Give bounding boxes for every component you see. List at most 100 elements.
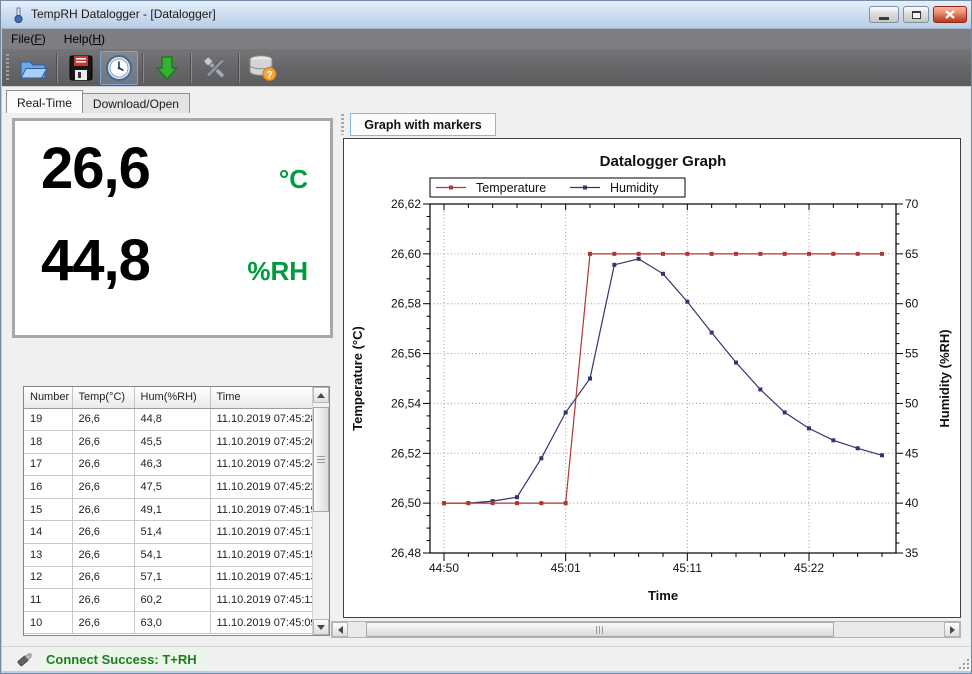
table-cell: 26,6: [72, 431, 134, 454]
toolbar-separator: [238, 53, 240, 83]
table-cell: 26,6: [72, 521, 134, 544]
table-cell: 63,0: [134, 611, 210, 634]
svg-text:65: 65: [905, 247, 919, 261]
open-folder-icon: [18, 53, 48, 83]
graph-toolbar-grip[interactable]: [341, 114, 344, 135]
scroll-right-button[interactable]: [944, 622, 960, 637]
scroll-left-button[interactable]: [332, 622, 348, 637]
table-cell: 14: [24, 521, 72, 544]
table-cell: 11.10.2019 07:45:19: [210, 498, 312, 521]
table-cell: 13: [24, 544, 72, 567]
tab-real-time[interactable]: Real-Time: [6, 90, 83, 113]
minimize-icon: [879, 17, 889, 20]
svg-text:Time: Time: [648, 588, 678, 603]
table-header-cell[interactable]: Number: [24, 387, 72, 408]
table-scrollbar-thumb[interactable]: [313, 407, 329, 512]
realtime-button[interactable]: [100, 51, 138, 85]
svg-text:Temperature (°C): Temperature (°C): [350, 326, 365, 431]
table-cell: 11.10.2019 07:45:24: [210, 453, 312, 476]
svg-text:70: 70: [905, 197, 919, 211]
resize-grip[interactable]: [956, 656, 969, 669]
chart-h-scrollbar[interactable]: [331, 621, 961, 638]
humidity-readout: 44,8 %RH: [41, 227, 308, 315]
table-row[interactable]: 1726,646,311.10.2019 07:45:24: [24, 453, 312, 476]
table-cell: 19: [24, 408, 72, 431]
maximize-icon: [912, 11, 921, 19]
svg-text:45: 45: [905, 446, 919, 460]
scroll-up-icon: [317, 393, 325, 398]
table-header-cell[interactable]: Temp(°C): [72, 387, 134, 408]
humidity-unit: %RH: [247, 256, 308, 287]
tabstrip: Real-Time Download/Open: [6, 89, 190, 113]
svg-text:26,56: 26,56: [391, 347, 421, 361]
menu-file[interactable]: File(F): [2, 30, 55, 48]
svg-text:45:01: 45:01: [551, 561, 581, 575]
scroll-left-icon: [338, 626, 343, 634]
table-row[interactable]: 1826,645,511.10.2019 07:45:26: [24, 431, 312, 454]
table-cell: 26,6: [72, 544, 134, 567]
table-cell: 49,1: [134, 498, 210, 521]
svg-text:26,48: 26,48: [391, 546, 421, 560]
table-row[interactable]: 1926,644,811.10.2019 07:45:28: [24, 408, 312, 431]
status-message: Connect Success: T+RH: [42, 650, 207, 669]
svg-text:45:11: 45:11: [673, 561, 702, 575]
table-cell: 45,5: [134, 431, 210, 454]
chart-scrollbar-thumb[interactable]: [366, 622, 834, 637]
svg-text:44:50: 44:50: [429, 561, 459, 575]
svg-text:50: 50: [905, 396, 919, 410]
table-row[interactable]: 1226,657,111.10.2019 07:45:13: [24, 566, 312, 589]
table-cell: 11.10.2019 07:45:17: [210, 521, 312, 544]
scroll-up-button[interactable]: [313, 387, 329, 403]
svg-text:55: 55: [905, 347, 919, 361]
table-cell: 26,6: [72, 408, 134, 431]
table-scrollbar[interactable]: [312, 387, 329, 635]
table-row[interactable]: 1426,651,411.10.2019 07:45:17: [24, 521, 312, 544]
table-cell: 54,1: [134, 544, 210, 567]
save-button[interactable]: [62, 51, 100, 85]
close-button[interactable]: [933, 6, 967, 23]
save-floppy-icon: [66, 53, 96, 83]
table-row[interactable]: 1326,654,111.10.2019 07:45:15: [24, 544, 312, 567]
scroll-down-button[interactable]: [313, 619, 329, 635]
graph-with-markers-button[interactable]: Graph with markers: [350, 113, 496, 136]
table-row[interactable]: 1626,647,511.10.2019 07:45:22: [24, 476, 312, 499]
settings-button[interactable]: [196, 51, 234, 85]
table-cell: 11.10.2019 07:45:22: [210, 476, 312, 499]
table-row[interactable]: 1526,649,111.10.2019 07:45:19: [24, 498, 312, 521]
svg-text:26,50: 26,50: [391, 496, 421, 510]
table-cell: 10: [24, 611, 72, 634]
data-query-button[interactable]: ?: [244, 51, 282, 85]
table-cell: 51,4: [134, 521, 210, 544]
tab-download-open[interactable]: Download/Open: [83, 93, 190, 113]
thumb-grip-icon: [596, 626, 605, 634]
table-row[interactable]: 1026,663,011.10.2019 07:45:09: [24, 611, 312, 634]
app-window: TempRH Datalogger - [Datalogger] File(F)…: [0, 0, 972, 674]
maximize-button[interactable]: [903, 6, 929, 23]
table-cell: 60,2: [134, 589, 210, 612]
scroll-down-icon: [317, 625, 325, 630]
chart-panel: 26,4826,5026,5226,5426,5626,5826,6026,62…: [343, 138, 961, 618]
table-header-cell[interactable]: Hum(%RH): [134, 387, 210, 408]
svg-text:40: 40: [905, 496, 919, 510]
menu-help[interactable]: Help(H): [55, 30, 114, 48]
open-file-button[interactable]: [14, 51, 52, 85]
temperature-unit: °C: [279, 164, 308, 195]
usb-connector-icon: [16, 651, 34, 667]
table-cell: 11.10.2019 07:45:15: [210, 544, 312, 567]
svg-text:26,52: 26,52: [391, 446, 421, 460]
table-header-cell[interactable]: Time: [210, 387, 312, 408]
toolbar-separator: [190, 53, 192, 83]
download-button[interactable]: [148, 51, 186, 85]
minimize-button[interactable]: [869, 6, 899, 23]
table-cell: 46,3: [134, 453, 210, 476]
table-row[interactable]: 1126,660,211.10.2019 07:45:11: [24, 589, 312, 612]
menubar: File(F) Help(H): [2, 29, 972, 49]
table-cell: 11.10.2019 07:45:13: [210, 566, 312, 589]
temperature-readout: 26,6 °C: [41, 135, 308, 223]
toolbar-grip[interactable]: [6, 54, 9, 82]
datalogger-chart: 26,4826,5026,5226,5426,5626,5826,6026,62…: [344, 139, 960, 617]
close-icon: [945, 10, 955, 19]
table-cell: 15: [24, 498, 72, 521]
svg-text:26,58: 26,58: [391, 297, 421, 311]
client-area: Real-Time Download/Open 26,6 °C 44,8 %RH…: [2, 87, 972, 646]
